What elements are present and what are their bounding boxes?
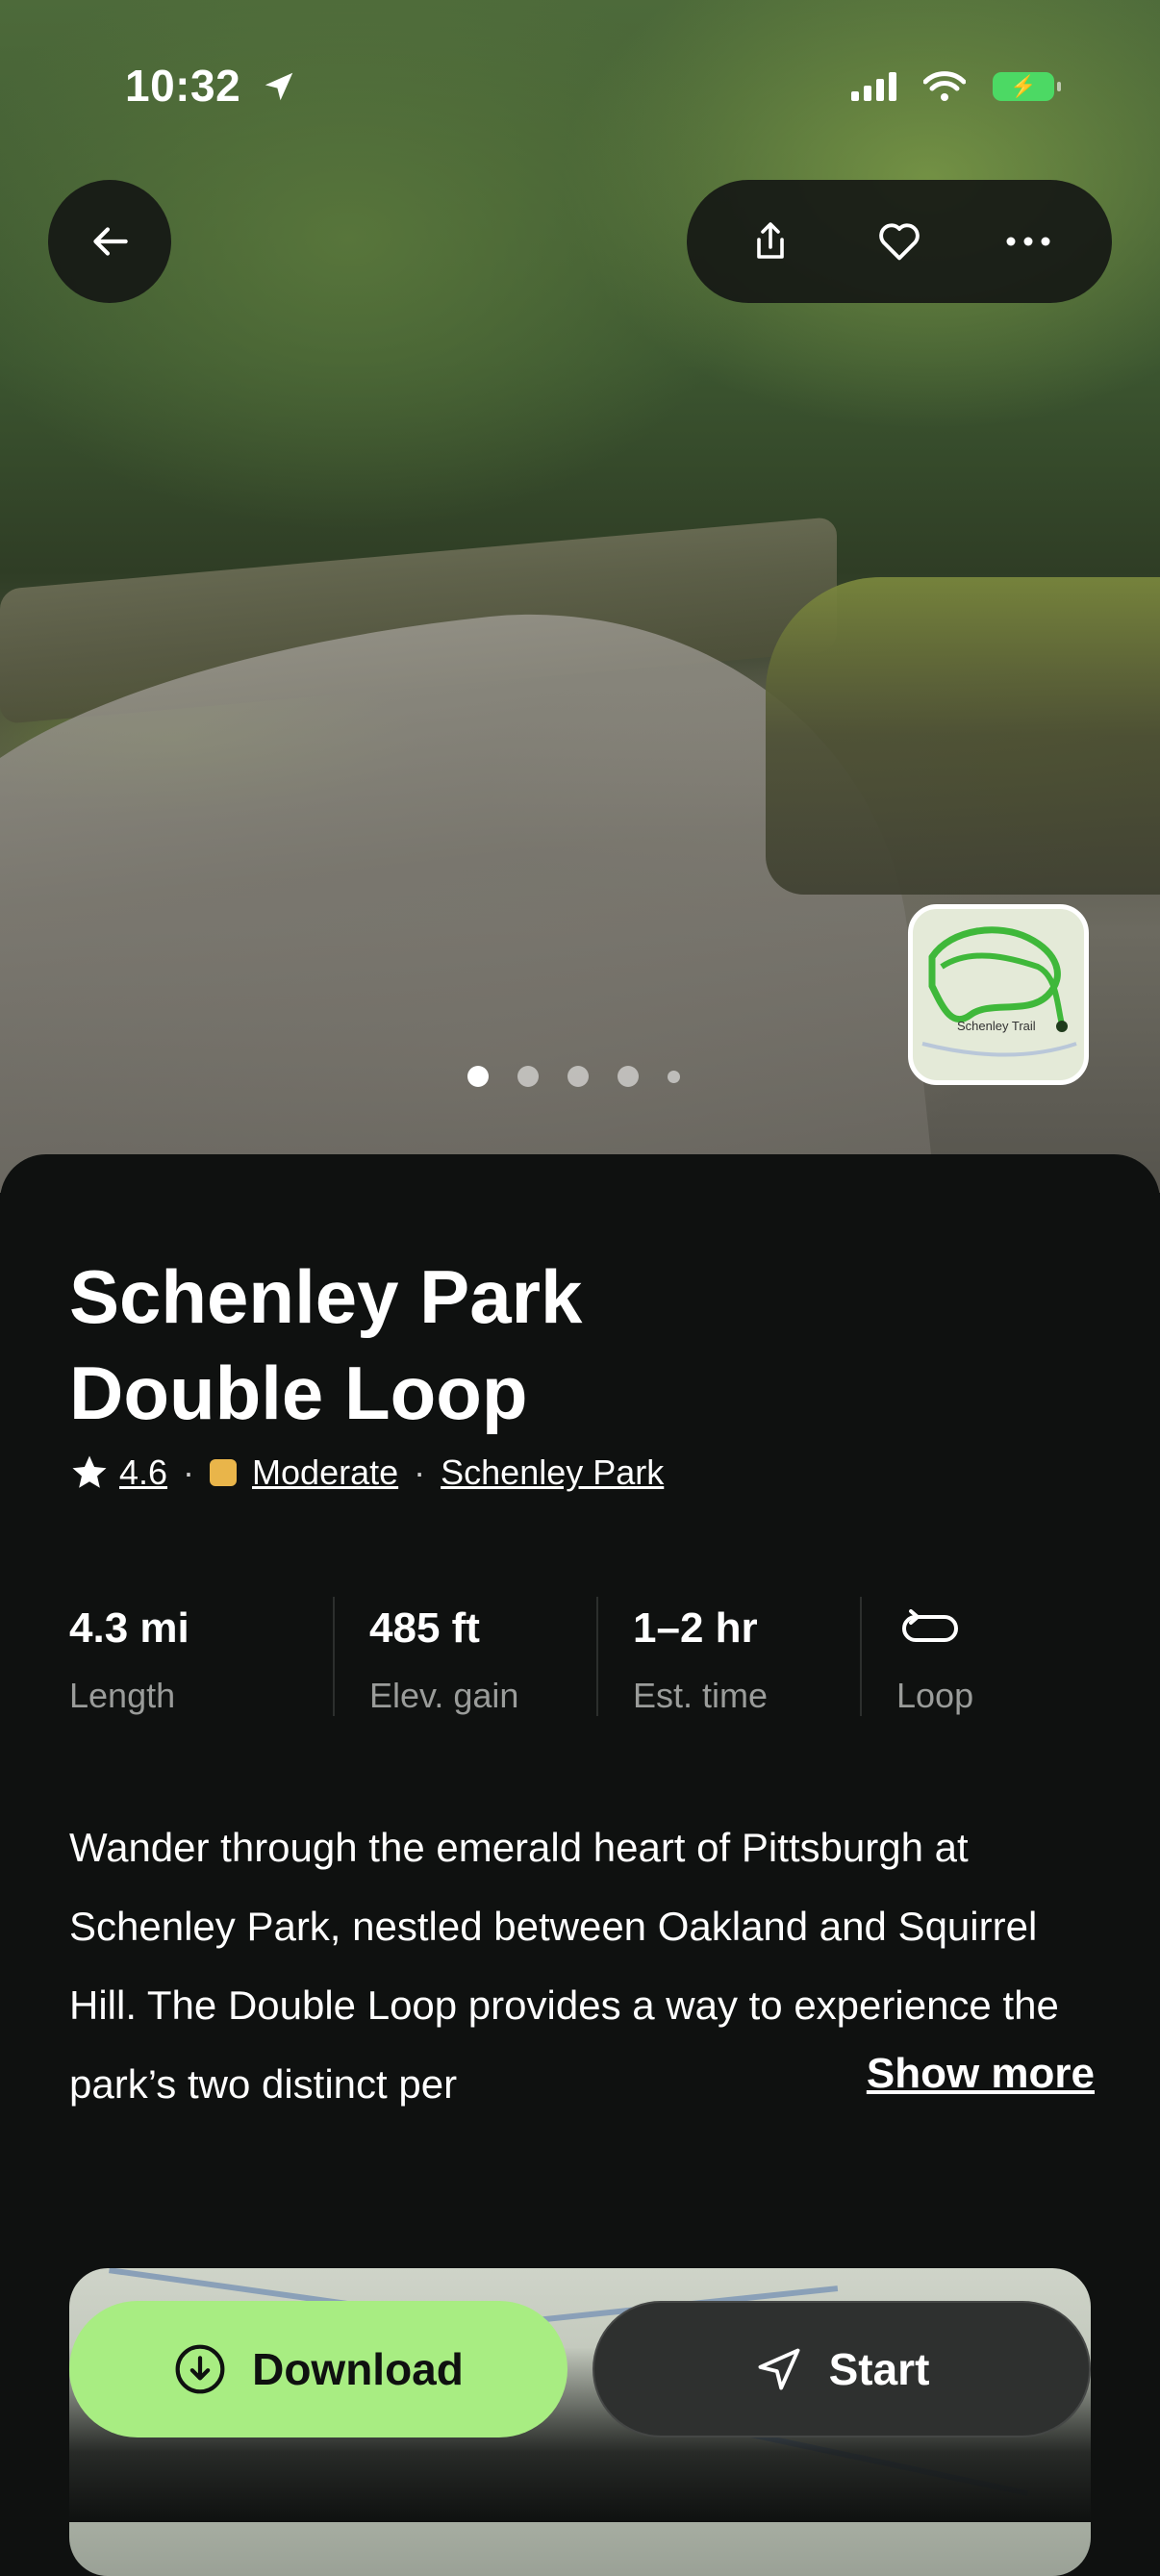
stat-value bbox=[896, 1597, 1123, 1660]
more-button[interactable] bbox=[990, 203, 1067, 280]
park-link[interactable]: Schenley Park bbox=[441, 1452, 664, 1493]
carousel-dot[interactable] bbox=[517, 1066, 539, 1087]
trail-stats: 4.3 mi Length 485 ft Elev. gain 1–2 hr E… bbox=[69, 1597, 1123, 1716]
share-icon bbox=[757, 222, 784, 259]
start-button[interactable]: Start bbox=[593, 2301, 1091, 2437]
stat-label: Est. time bbox=[633, 1676, 769, 1715]
wifi-icon bbox=[923, 71, 966, 101]
stat-elevation: 485 ft Elev. gain bbox=[333, 1597, 596, 1716]
action-bar bbox=[687, 180, 1112, 303]
more-horizontal-icon bbox=[1006, 237, 1050, 246]
trail-meta: 4.6 · Moderate · Schenley Park bbox=[69, 1452, 664, 1493]
download-button[interactable]: Download bbox=[69, 2301, 567, 2437]
heart-icon bbox=[879, 223, 920, 261]
meta-separator: · bbox=[414, 1452, 426, 1492]
carousel-dot[interactable] bbox=[668, 1070, 680, 1083]
carousel-dot[interactable] bbox=[567, 1066, 589, 1087]
stat-value: 485 ft bbox=[369, 1604, 480, 1652]
map-thumbnail[interactable]: Schenley Trail bbox=[908, 904, 1089, 1085]
stat-value: 1–2 hr bbox=[633, 1604, 758, 1652]
navigation-arrow-icon bbox=[758, 2348, 800, 2390]
star-icon bbox=[72, 1455, 107, 1488]
battery-charging-icon: ⚡ bbox=[993, 72, 1061, 101]
status-time: 10:32 bbox=[125, 60, 297, 112]
stat-time: 1–2 hr Est. time bbox=[596, 1597, 860, 1716]
location-arrow-icon bbox=[265, 72, 293, 101]
carousel-dot[interactable] bbox=[467, 1066, 489, 1087]
loop-icon bbox=[902, 1609, 958, 1642]
carousel-dots[interactable] bbox=[467, 1066, 680, 1087]
cellular-signal-icon bbox=[851, 72, 896, 101]
trail-route-icon bbox=[921, 926, 1077, 1057]
stat-value: 4.3 mi bbox=[69, 1604, 189, 1652]
stat-length: 4.3 mi Length bbox=[69, 1597, 333, 1716]
difficulty-color-swatch bbox=[210, 1459, 238, 1486]
stat-route-type: Loop bbox=[860, 1597, 1123, 1716]
mossy-wall bbox=[766, 577, 1160, 895]
map-thumb-label: Schenley Trail bbox=[957, 1019, 1036, 1033]
status-icons: ⚡ bbox=[851, 71, 1061, 102]
stat-label: Loop bbox=[896, 1676, 974, 1715]
stat-label: Elev. gain bbox=[369, 1676, 519, 1715]
arrow-left-icon bbox=[93, 227, 128, 256]
trail-title: Schenley Park Double Loop bbox=[69, 1254, 583, 1435]
stat-label: Length bbox=[69, 1676, 176, 1715]
download-label: Download bbox=[252, 2344, 464, 2394]
start-label: Start bbox=[828, 2344, 930, 2394]
carousel-dot[interactable] bbox=[618, 1066, 639, 1087]
meta-separator: · bbox=[183, 1452, 195, 1492]
back-button[interactable] bbox=[48, 180, 171, 303]
difficulty-link[interactable]: Moderate bbox=[252, 1452, 398, 1493]
favorite-button[interactable] bbox=[861, 203, 938, 280]
rating-link[interactable]: 4.6 bbox=[119, 1452, 167, 1493]
show-more-link[interactable]: Show more bbox=[721, 2050, 1095, 2098]
download-circle-icon bbox=[175, 2344, 225, 2394]
share-button[interactable] bbox=[732, 203, 809, 280]
